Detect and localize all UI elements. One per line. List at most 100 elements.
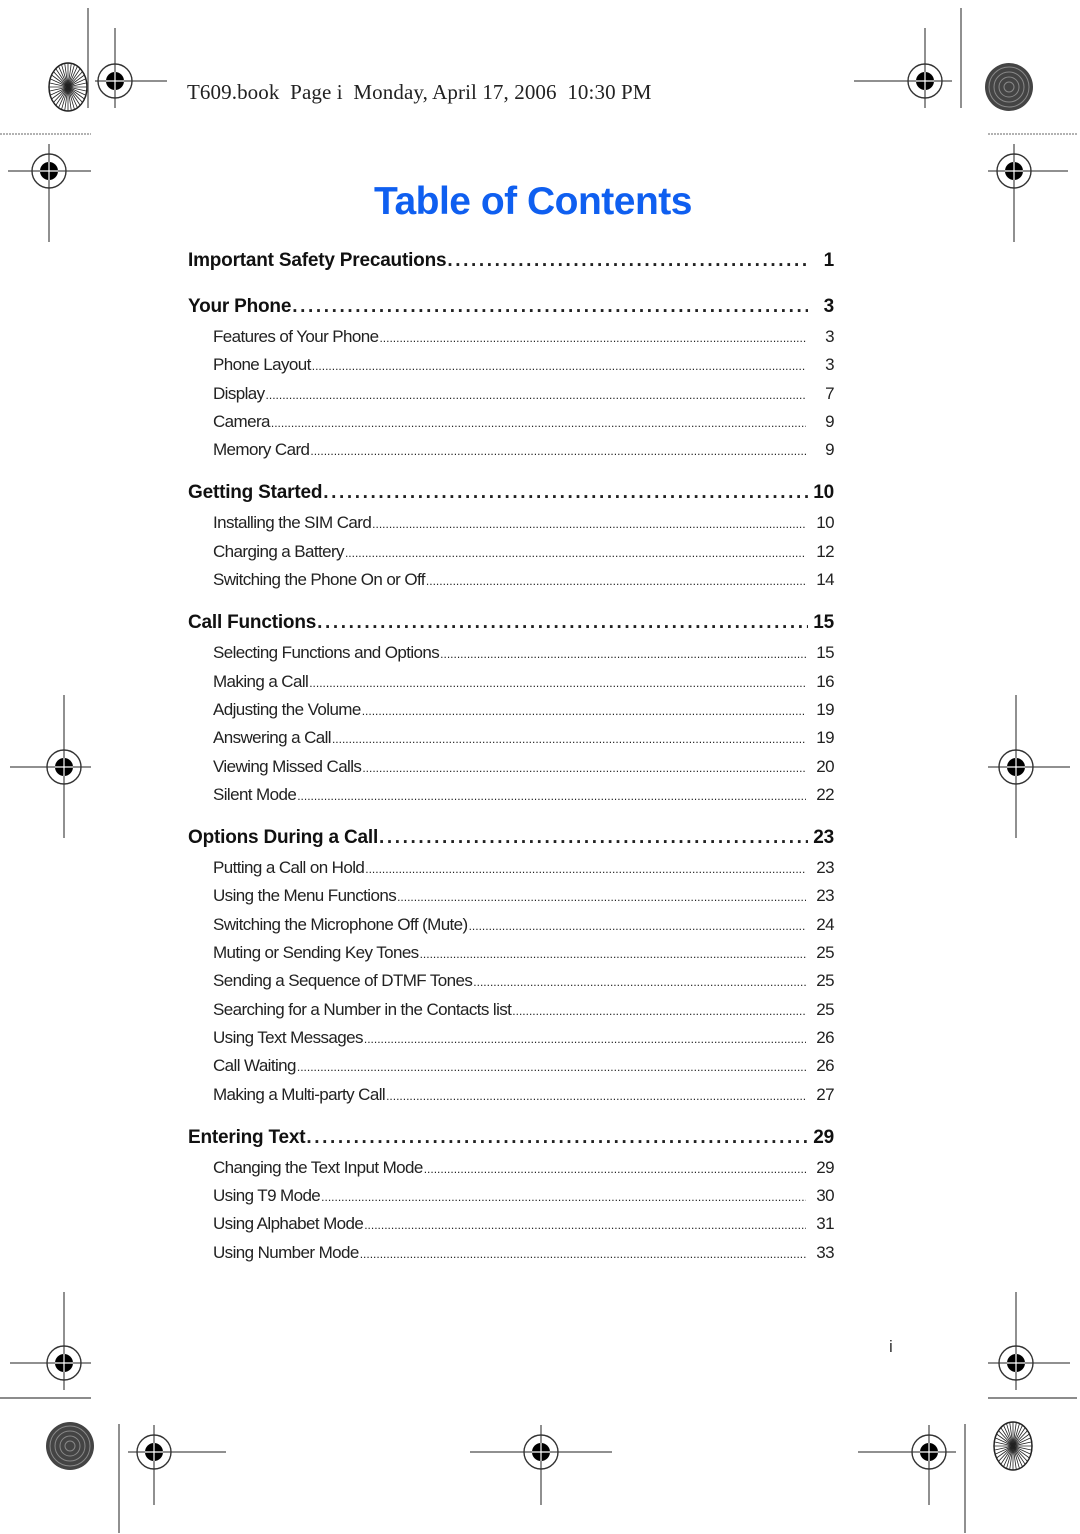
dot-leader	[306, 1127, 808, 1149]
running-head: T609.book Page i Monday, April 17, 2006 …	[187, 80, 652, 104]
toc-entry-page: 3	[825, 327, 834, 346]
toc-entry-title: Putting a Call on Hold	[213, 858, 365, 878]
toc-entry-title: Display	[213, 383, 265, 403]
dot-leader	[372, 517, 806, 531]
toc-section: Options During a Call23Putting a Call on…	[188, 827, 835, 1113]
toc-entry-title: Using Alphabet Mode	[213, 1214, 364, 1234]
toc-entry-page: 29	[816, 1157, 834, 1177]
dot-leader	[345, 546, 806, 560]
toc-subentry[interactable]: Switching the Microphone Off (Mute) 24	[188, 914, 835, 943]
page-number: i	[889, 1337, 893, 1356]
toc-entry-title: Using T9 Mode	[213, 1186, 321, 1206]
toc-entry-title: Phone Layout	[213, 355, 311, 375]
toc-entry-page: 15	[813, 612, 834, 634]
toc-entry-title: Charging a Battery	[213, 541, 345, 561]
toc-subentry[interactable]: Features of Your Phone 3	[188, 327, 835, 355]
toc-subentry[interactable]: Using T9 Mode 30	[188, 1186, 835, 1214]
toc-entry-page: 9	[825, 440, 834, 460]
toc-subentry[interactable]: Sending a Sequence of DTMF Tones 25	[188, 971, 835, 999]
toc-subentry[interactable]: Answering a Call 19	[188, 728, 835, 756]
toc-entry-title: Installing the SIM Card	[213, 513, 372, 533]
toc-subentry[interactable]: Adjusting the Volume 19	[188, 700, 835, 728]
toc-subentry[interactable]: Selecting Functions and Options 15	[188, 643, 835, 671]
toc-subentry[interactable]: Using Text Messages 26	[188, 1028, 835, 1056]
toc-entry-page: 24	[816, 914, 834, 934]
dot-leader	[292, 296, 808, 318]
dot-leader	[420, 947, 806, 961]
toc-entry-title: Switching the Microphone Off (Mute)	[213, 914, 468, 934]
toc-subentry[interactable]: Switching the Phone On or Off 14	[188, 570, 835, 598]
toc-section: Your Phone 3 Features of Your Phone 3 Phone …	[188, 296, 835, 468]
toc-entry-page: 25	[816, 971, 834, 991]
table-of-contents: Important Safety Precautions 1 Your Phone 3…	[188, 250, 835, 1285]
concentric-mark-top-right	[984, 62, 1034, 112]
toc-entry-page: 26	[816, 1056, 834, 1076]
dot-leader	[512, 1004, 806, 1018]
toc-subentry[interactable]: Searching for a Number in the Contacts l…	[188, 999, 835, 1028]
toc-subentry[interactable]: Installing the SIM Card 10	[188, 513, 835, 541]
toc-chapter[interactable]: Important Safety Precautions 1	[188, 250, 834, 280]
toc-entry-page: 9	[825, 411, 834, 431]
toc-entry-page: 7	[825, 383, 834, 403]
toc-entry-page: 29	[813, 1126, 834, 1148]
toc-chapter[interactable]: Your Phone 3	[188, 296, 834, 326]
dot-leader	[424, 1162, 806, 1176]
toc-entry-page: 31	[816, 1214, 834, 1234]
toc-subentry[interactable]: Changing the Text Input Mode 29	[188, 1157, 835, 1186]
dot-leader	[332, 732, 806, 746]
toc-subentry[interactable]: Putting a Call on Hold 23	[188, 858, 835, 886]
dot-leader	[360, 1247, 806, 1261]
toc-chapter[interactable]: Options During a Call 23	[188, 827, 834, 857]
toc-entry-page: 22	[816, 784, 834, 804]
dot-leader	[271, 416, 806, 430]
toc-entry-title: Making a Multi-party Call	[213, 1084, 386, 1104]
toc-subentry[interactable]: Using Alphabet Mode 31	[188, 1214, 835, 1242]
toc-chapter[interactable]: Getting Started 10	[188, 482, 834, 512]
toc-subentry[interactable]: Phone Layout 3	[188, 355, 835, 383]
toc-subentry[interactable]: Using Number Mode 33	[188, 1242, 835, 1271]
toc-entry-title: Options During a Call	[188, 827, 379, 849]
toc-entry-title: Silent Mode	[213, 784, 297, 804]
toc-subentry[interactable]: Display 7	[188, 383, 835, 412]
toc-entry-title: Getting Started	[188, 482, 323, 504]
toc-entry-page: 19	[816, 728, 834, 748]
toc-subentry[interactable]: Making a Call 16	[188, 671, 835, 700]
toc-entry-page: 27	[816, 1084, 834, 1104]
toc-subentry[interactable]: Charging a Battery 12	[188, 541, 835, 570]
toc-subentry[interactable]: Making a Multi-party Call 27	[188, 1084, 835, 1113]
toc-subentry[interactable]: Using the Menu Functions 23	[188, 886, 835, 914]
dot-leader	[469, 919, 806, 933]
registration-mark-bottom-center	[470, 1425, 612, 1505]
registration-mark-right-lower	[988, 1292, 1070, 1390]
toc-entry-title: Changing the Text Input Mode	[213, 1157, 423, 1177]
dot-leader	[447, 250, 808, 272]
dot-leader	[379, 827, 808, 849]
toc-entry-title: Sending a Sequence of DTMF Tones	[213, 971, 473, 991]
toc-subentry[interactable]: Memory Card 9	[188, 440, 835, 468]
toc-entry-title: Features of Your Phone	[213, 327, 379, 346]
toc-subentry[interactable]: Muting or Sending Key Tones 25	[188, 943, 835, 971]
toc-chapter[interactable]: Entering Text 29	[188, 1127, 834, 1157]
toc-subentry[interactable]: Camera 9	[188, 411, 835, 440]
toc-entry-page: 16	[816, 671, 834, 691]
toc-subentry[interactable]: Call Waiting 26	[188, 1056, 835, 1084]
toc-chapter[interactable]: Call Functions 15	[188, 612, 834, 642]
toc-entry-page: 3	[823, 296, 835, 317]
toc-entry-page: 20	[816, 756, 834, 776]
dot-leader	[310, 444, 806, 458]
toc-entry-title: Call Functions	[188, 612, 317, 634]
toc-entry-page: 25	[816, 999, 834, 1019]
toc-section: Entering Text29Changing the Text Input M…	[188, 1127, 835, 1271]
dot-leader	[364, 1032, 806, 1046]
toc-subentry[interactable]: Silent Mode 22	[188, 784, 835, 813]
toc-entry-title: Your Phone	[188, 296, 292, 317]
dot-leader	[323, 482, 808, 504]
toc-entry-page: 33	[816, 1242, 834, 1262]
registration-mark-left-middle	[10, 695, 91, 838]
toc-entry-title: Entering Text	[188, 1126, 306, 1148]
dot-leader	[473, 975, 806, 989]
toc-subentry[interactable]: Viewing Missed Calls 20	[188, 756, 835, 785]
toc-entry-title: Camera	[213, 411, 270, 431]
dot-leader	[317, 612, 808, 634]
dot-leader	[440, 647, 806, 661]
